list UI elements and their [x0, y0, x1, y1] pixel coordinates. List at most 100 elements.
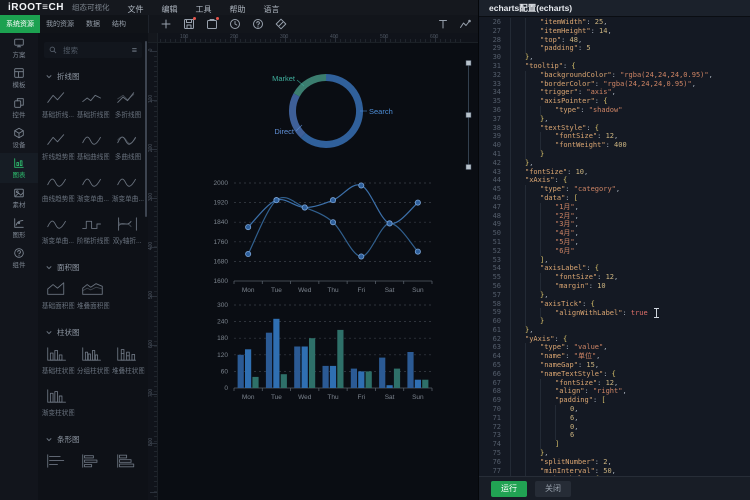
- selection-handles[interactable]: [466, 61, 471, 170]
- library-item[interactable]: [40, 453, 75, 473]
- list-menu-icon[interactable]: ≡: [132, 46, 137, 54]
- category-label: 面积图: [57, 262, 80, 273]
- library-item-label: 基础面积图: [41, 301, 73, 311]
- library-category[interactable]: 折线图: [38, 62, 148, 85]
- menu-item-file[interactable]: 文件: [127, 5, 143, 14]
- library-item[interactable]: 阶梯折线图: [75, 216, 110, 246]
- svg-text:2000: 2000: [214, 180, 229, 187]
- rail-item-chart[interactable]: 图表: [0, 153, 38, 183]
- add-icon[interactable]: [160, 18, 172, 30]
- code-text: "padding": 5: [510, 44, 591, 53]
- library-item[interactable]: 基础曲线图: [75, 132, 110, 162]
- library-category[interactable]: 柱状图: [38, 318, 148, 341]
- menu-item-edit[interactable]: 编辑: [161, 5, 177, 14]
- library-item[interactable]: 曲线趋势图: [40, 174, 75, 204]
- clear-icon[interactable]: [275, 18, 287, 30]
- help-icon[interactable]: [252, 18, 264, 30]
- library-item[interactable]: 堆叠面积图: [75, 281, 110, 311]
- library-item[interactable]: 分组柱状图: [75, 346, 110, 376]
- indent-guide: [525, 300, 540, 309]
- code-text: 6,: [510, 414, 578, 423]
- design-canvas[interactable]: 100200300400500600 010020030040050060070…: [148, 33, 478, 500]
- indent-guide: [540, 229, 555, 238]
- rail-item-widget[interactable]: 控件: [0, 93, 38, 123]
- menu-item-help[interactable]: 帮助: [229, 5, 245, 14]
- resize-handle[interactable]: [466, 113, 471, 118]
- library-item[interactable]: 基础柱状图: [40, 346, 75, 376]
- line-chart-widget[interactable]: 160016801760184019202000MonTueWedThuFriS…: [214, 180, 432, 294]
- code-editor[interactable]: 26"itemWidth": 25,27"itemHeight": 14,28"…: [479, 17, 750, 476]
- indent-guide: [525, 97, 540, 106]
- line-number: 53: [479, 256, 510, 265]
- code-text: "top": 48,: [510, 36, 582, 45]
- indent-guide: [510, 343, 525, 352]
- run-button[interactable]: 运行: [491, 481, 527, 497]
- line-number: 27: [479, 27, 510, 36]
- code-text: "padding": [: [510, 396, 606, 405]
- code-line: 68"align": "right",: [479, 387, 750, 396]
- library-item[interactable]: [75, 453, 110, 473]
- library-item[interactable]: 基础折线图: [75, 90, 110, 120]
- code-line: 37},: [479, 115, 750, 124]
- rail-item-plan[interactable]: 方案: [0, 33, 38, 63]
- chevron-down-icon: [46, 74, 52, 79]
- code-line: 43"fontSize": 10,: [479, 168, 750, 177]
- close-button[interactable]: 关闭: [535, 481, 571, 497]
- indent-guide: [525, 238, 540, 247]
- tab-data[interactable]: 数据: [80, 15, 106, 33]
- code-text: }: [510, 150, 544, 159]
- code-line: 47"1月",: [479, 203, 750, 212]
- rail-item-component[interactable]: 组件: [0, 243, 38, 273]
- history-icon[interactable]: [229, 18, 241, 30]
- category-label: 折线图: [57, 71, 80, 82]
- resize-handle[interactable]: [466, 165, 471, 170]
- indent-guide: [510, 361, 525, 370]
- panel-actions: 运行关闭: [479, 476, 750, 500]
- library-item-label: 多曲线图: [114, 152, 141, 162]
- library-category[interactable]: 面积图: [38, 253, 148, 276]
- donut-chart-widget[interactable]: SearchDirectMarket: [272, 74, 393, 144]
- line-number: 40: [479, 141, 510, 150]
- library-item[interactable]: 渐变单曲...: [40, 216, 75, 246]
- donut-slice-market[interactable]: [297, 77, 326, 94]
- menu-item-language[interactable]: 语言: [263, 5, 279, 14]
- library-item[interactable]: 多曲线图: [110, 132, 145, 162]
- library-item[interactable]: 渐变单曲...: [110, 174, 145, 204]
- canvas-charts: SearchDirectMarket 1600168017601840192020…: [148, 33, 478, 500]
- clipboard-icon[interactable]: [206, 18, 218, 30]
- library-item[interactable]: [110, 453, 145, 473]
- library-item[interactable]: 渐变柱状图: [40, 388, 75, 418]
- rail-item-template[interactable]: 模板: [0, 63, 38, 93]
- tab-system-resources[interactable]: 系统资源: [0, 15, 40, 33]
- donut-slice-search[interactable]: [303, 77, 359, 144]
- library-item[interactable]: 基础面积图: [40, 281, 75, 311]
- text-tool-icon[interactable]: [437, 18, 449, 30]
- indent-guide: [510, 36, 525, 45]
- library-item[interactable]: 双y轴折...: [110, 216, 145, 246]
- indent-guide: [540, 387, 555, 396]
- library-category[interactable]: 条形图: [38, 425, 148, 448]
- code-text: },: [510, 159, 533, 168]
- indent-guide: [525, 229, 540, 238]
- svg-text:120: 120: [217, 352, 228, 359]
- library-item[interactable]: 折线趋势图: [40, 132, 75, 162]
- rail-item-material[interactable]: 素材: [0, 183, 38, 213]
- tab-structure[interactable]: 结构: [106, 15, 132, 33]
- save-icon[interactable]: [183, 18, 195, 30]
- search-input[interactable]: [61, 45, 132, 56]
- rail-item-graphic[interactable]: 图形: [0, 213, 38, 243]
- code-text: "textStyle": {: [510, 124, 599, 133]
- resize-handle[interactable]: [466, 61, 471, 66]
- rail-item-device[interactable]: 设备: [0, 123, 38, 153]
- indent-guide: [510, 467, 525, 476]
- library-item[interactable]: 渐变单曲...: [75, 174, 110, 204]
- library-item[interactable]: 堆叠柱状图: [110, 346, 145, 376]
- indent-guide: [510, 115, 525, 124]
- menu-item-tools[interactable]: 工具: [195, 5, 211, 14]
- bar-chart-widget[interactable]: 060120180240300MonTueWedThuFriSatSun: [217, 302, 432, 401]
- library-scrollbar[interactable]: [145, 41, 147, 217]
- line-tool-icon[interactable]: [459, 18, 471, 30]
- library-item[interactable]: 基础折线...: [40, 90, 75, 120]
- tab-my-resources[interactable]: 我的资源: [40, 15, 80, 33]
- library-item[interactable]: 多折线图: [110, 90, 145, 120]
